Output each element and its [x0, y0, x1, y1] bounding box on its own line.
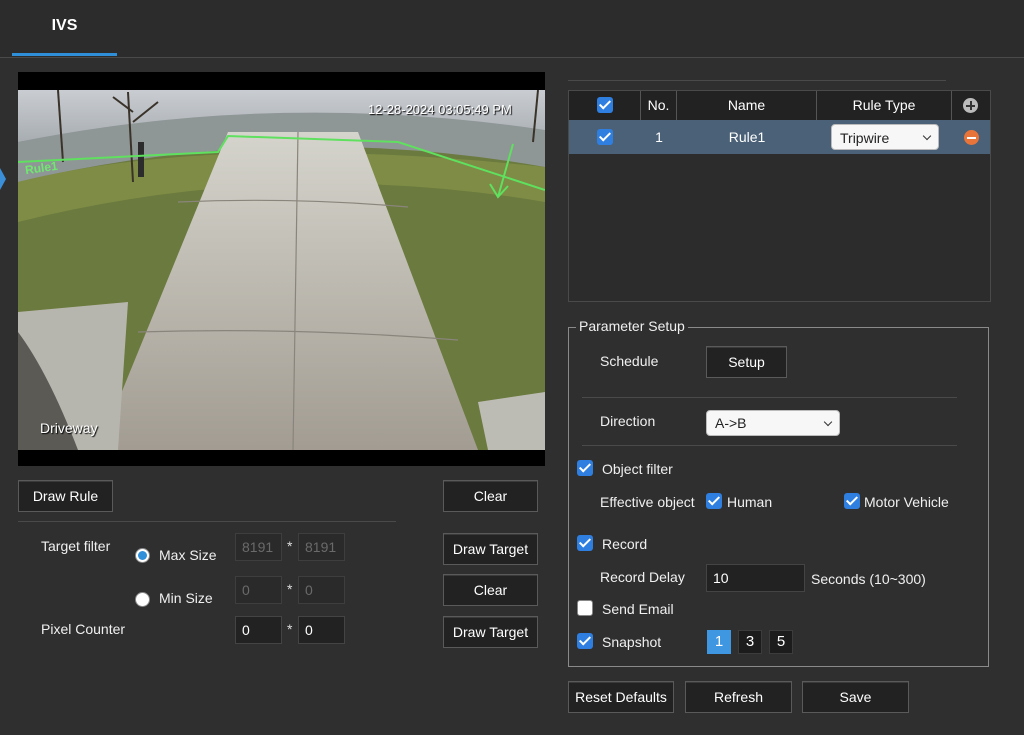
tab-ivs[interactable]: IVS — [12, 0, 117, 58]
motor-vehicle-checkbox[interactable] — [844, 493, 860, 509]
human-label: Human — [727, 494, 773, 510]
rules-table: No. Name Rule Type 1 Rule1 Tripwire — [568, 90, 991, 302]
object-filter-checkbox[interactable] — [577, 460, 593, 476]
direction-label: Direction — [600, 413, 656, 429]
pixel-width-input[interactable]: 0 — [235, 616, 282, 644]
camera-name-overlay: Driveway — [40, 420, 98, 436]
collapse-arrow-icon[interactable] — [0, 168, 6, 190]
snapshot-option-3[interactable]: 3 — [738, 630, 762, 654]
effective-object-label: Effective object — [600, 494, 695, 510]
max-width-input[interactable]: 8191 — [235, 533, 282, 561]
pixel-height-input[interactable]: 0 — [298, 616, 345, 644]
direction-select[interactable]: A->B — [706, 410, 840, 436]
send-email-checkbox[interactable] — [577, 600, 593, 616]
record-delay-unit: Seconds (10~300) — [811, 571, 926, 587]
schedule-label: Schedule — [600, 353, 659, 369]
multiply-sign: * — [287, 621, 293, 637]
chevron-down-icon — [922, 131, 932, 141]
delete-rule-icon[interactable] — [964, 130, 979, 145]
camera-scene — [18, 72, 545, 466]
rule-type-value: Tripwire — [840, 130, 890, 146]
record-delay-label: Record Delay — [600, 569, 685, 585]
rule-number: 1 — [655, 129, 663, 145]
snapshot-option-1[interactable]: 1 — [707, 630, 731, 654]
divider — [582, 445, 957, 446]
draw-target-button[interactable]: Draw Target — [443, 533, 538, 565]
divider — [568, 80, 946, 81]
video-timestamp: 12-28-2024 03:05:49 PM — [368, 102, 512, 117]
divider — [18, 521, 396, 522]
select-all-checkbox[interactable] — [597, 97, 613, 113]
record-label: Record — [602, 536, 648, 552]
reset-defaults-button[interactable]: Reset Defaults — [568, 681, 674, 713]
parameter-setup-legend: Parameter Setup — [576, 318, 688, 334]
clear-rule-button[interactable]: Clear — [443, 480, 538, 512]
min-width-input[interactable]: 0 — [235, 576, 282, 604]
multiply-sign: * — [287, 538, 293, 554]
divider — [582, 397, 957, 398]
active-tab-indicator — [12, 53, 117, 56]
column-header-name[interactable]: Name — [677, 91, 817, 120]
table-header: No. Name Rule Type — [569, 91, 990, 120]
rule-enable-checkbox[interactable] — [597, 129, 613, 145]
min-size-label: Min Size — [159, 590, 213, 606]
pixel-counter-label: Pixel Counter — [41, 621, 126, 637]
draw-rule-button[interactable]: Draw Rule — [18, 480, 113, 512]
snapshot-option-5[interactable]: 5 — [769, 630, 793, 654]
rule-type-select[interactable]: Tripwire — [831, 124, 939, 150]
object-filter-label: Object filter — [602, 461, 673, 477]
select-all-header — [569, 91, 641, 120]
snapshot-label: Snapshot — [602, 634, 662, 650]
column-header-no[interactable]: No. — [641, 91, 677, 120]
schedule-setup-button[interactable]: Setup — [706, 346, 787, 378]
max-height-input[interactable]: 8191 — [298, 533, 345, 561]
min-height-input[interactable]: 0 — [298, 576, 345, 604]
rule-name[interactable]: Rule1 — [677, 120, 817, 154]
chevron-down-icon — [823, 417, 833, 427]
min-size-radio[interactable] — [135, 592, 150, 607]
save-button[interactable]: Save — [802, 681, 909, 713]
target-filter-label: Target filter — [41, 538, 111, 554]
motor-vehicle-label: Motor Vehicle — [864, 494, 949, 510]
snapshot-checkbox[interactable] — [577, 633, 593, 649]
clear-target-button[interactable]: Clear — [443, 574, 538, 606]
draw-target-pixel-button[interactable]: Draw Target — [443, 616, 538, 648]
table-row[interactable]: 1 Rule1 Tripwire — [569, 120, 990, 154]
add-rule-icon[interactable] — [963, 98, 978, 113]
multiply-sign: * — [287, 581, 293, 597]
column-header-rule-type[interactable]: Rule Type — [817, 91, 952, 120]
direction-value: A->B — [715, 415, 747, 431]
add-rule-header — [952, 91, 990, 120]
refresh-button[interactable]: Refresh — [685, 681, 792, 713]
video-preview[interactable]: 12-28-2024 03:05:49 PM Driveway Rule1 — [18, 72, 545, 466]
record-checkbox[interactable] — [577, 535, 593, 551]
top-tab-bar: IVS — [0, 0, 1024, 58]
max-size-label: Max Size — [159, 547, 217, 563]
send-email-label: Send Email — [602, 601, 674, 617]
record-delay-input[interactable]: 10 — [706, 564, 805, 592]
max-size-radio[interactable] — [135, 548, 150, 563]
human-checkbox[interactable] — [706, 493, 722, 509]
